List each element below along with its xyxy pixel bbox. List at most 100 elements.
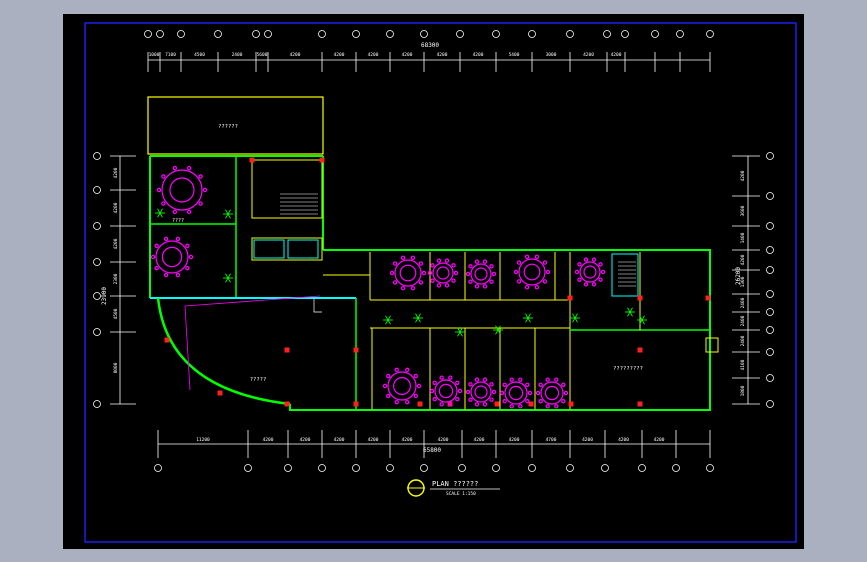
column	[217, 390, 223, 396]
chair	[554, 377, 559, 382]
left-dim-text: 4200	[113, 167, 119, 178]
bottom-dim-text: 4200	[618, 437, 629, 443]
chair	[150, 254, 156, 260]
chair	[198, 174, 203, 179]
round-table	[394, 259, 422, 287]
chair	[418, 261, 424, 266]
chair	[502, 399, 507, 404]
right-grid-bubble	[766, 266, 774, 274]
chair	[413, 373, 418, 379]
left-dim-text: 4200	[113, 238, 119, 249]
round-table	[518, 258, 546, 286]
chair	[524, 285, 530, 290]
chair	[386, 393, 391, 399]
chair	[591, 257, 597, 262]
left-grid-bubble	[93, 292, 101, 300]
top-grid-bubble	[492, 30, 500, 38]
right-dim-text: 3600	[740, 205, 746, 216]
chair	[389, 270, 395, 276]
right-dim-text: 1800	[740, 385, 746, 396]
plant-leaf	[159, 208, 163, 214]
bottom-dim-text: 4200	[368, 437, 379, 443]
top-dimension-chain: 1000 7100 4500 2400 5600 4200 4200 4200 4200 4200…	[144, 30, 714, 72]
bottom-dim-text: 4200	[402, 437, 413, 443]
chair	[453, 270, 459, 276]
chair	[542, 279, 548, 284]
chair	[583, 257, 589, 262]
chair	[400, 255, 406, 260]
right-dim-text: 4200	[740, 254, 746, 265]
top-grid-bubble	[603, 30, 611, 38]
chair	[489, 382, 494, 387]
plant-leaf	[225, 273, 229, 279]
plant-leaf	[225, 277, 229, 283]
round-table-top	[583, 265, 597, 279]
plant-leaf	[417, 313, 421, 319]
round-table	[161, 169, 203, 211]
round-table-top	[438, 383, 454, 399]
top-grid-bubble	[144, 30, 152, 38]
right-total-dimension: 26200	[735, 267, 742, 285]
right-grid-bubble	[766, 400, 774, 408]
chair	[516, 279, 522, 284]
chair	[474, 377, 480, 382]
chair	[502, 382, 507, 387]
plant-leaf	[227, 277, 231, 283]
top-grid-bubble	[264, 30, 272, 38]
round-table	[434, 379, 458, 403]
top-dim-text: 4200	[368, 52, 379, 58]
plant-leaf	[227, 213, 231, 219]
plant-leaf	[627, 311, 631, 317]
right-grid-bubble	[766, 222, 774, 230]
round-table	[387, 371, 417, 401]
round-table-top	[161, 246, 183, 268]
chair	[538, 399, 543, 404]
bottom-dim-text: 11200	[196, 437, 210, 443]
left-dim-text: 4500	[113, 308, 119, 319]
column	[637, 347, 643, 353]
room-label-hall2: ?????????	[613, 366, 643, 372]
plant-leaf	[225, 213, 229, 219]
bottom-grid-bubble	[566, 464, 574, 472]
left-grid-bubble	[93, 328, 101, 336]
chair	[482, 259, 488, 264]
chair	[525, 382, 530, 387]
left-dim-text: 4200	[113, 202, 119, 213]
chair	[534, 285, 540, 290]
chair	[474, 259, 480, 264]
round-table-top	[169, 177, 195, 203]
chair	[489, 279, 494, 284]
dining-tables	[150, 165, 606, 409]
chair	[400, 286, 406, 291]
plant-leaf	[157, 208, 161, 214]
right-dim-text: 4100	[740, 359, 746, 370]
chair	[518, 377, 523, 382]
chair	[429, 388, 435, 394]
left-total-dimension: 23900	[101, 287, 108, 305]
top-dim-text: 4500	[194, 52, 205, 58]
left-grid-bubble	[93, 152, 101, 160]
chair	[444, 258, 450, 263]
bottom-grid-bubble	[706, 464, 714, 472]
plant-leaf	[527, 313, 531, 319]
top-dim-text: 7100	[165, 52, 176, 58]
cad-viewport: { "title": {"main": "PLAN ??????", "scal…	[0, 0, 867, 562]
top-dim-text: 4200	[473, 52, 484, 58]
top-grid-bubble	[352, 30, 360, 38]
column	[494, 401, 500, 407]
plant-leaf	[629, 311, 633, 317]
right-dim-text: 2400	[740, 335, 746, 346]
chair	[405, 367, 410, 373]
chair	[444, 283, 450, 288]
chair	[518, 404, 523, 409]
bottom-total-dimension: 65800	[423, 447, 441, 454]
plant-leaf	[459, 331, 463, 337]
right-grid-bubble	[766, 308, 774, 316]
chair	[430, 278, 435, 283]
round-table-top	[544, 385, 560, 401]
bottom-grid-bubble	[528, 464, 536, 472]
chair	[513, 269, 519, 275]
chair	[394, 399, 399, 405]
chair	[416, 383, 422, 389]
top-dim-text: 4200	[583, 52, 594, 58]
